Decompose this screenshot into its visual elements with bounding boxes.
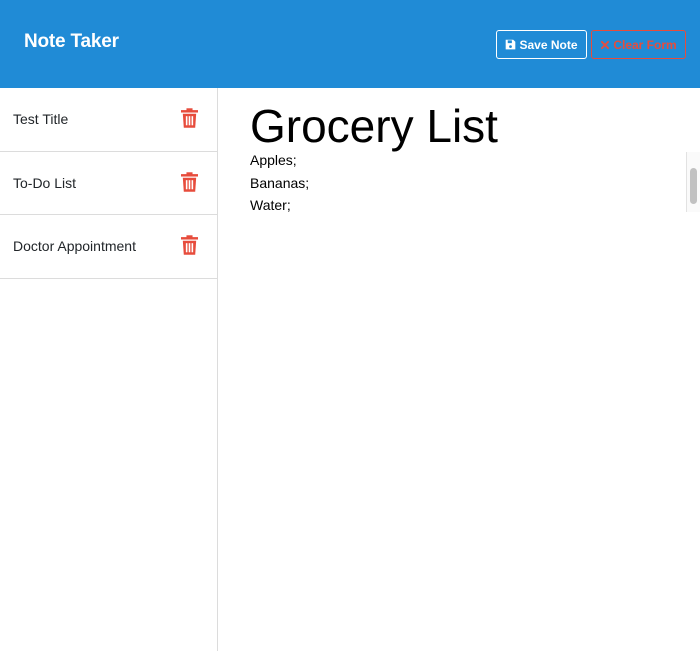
- trash-icon[interactable]: [181, 235, 198, 255]
- list-item[interactable]: To-Do List: [0, 152, 217, 215]
- note-text-scrollbar[interactable]: [686, 152, 700, 212]
- note-text-line: Bananas;: [250, 174, 310, 191]
- scrollbar-thumb[interactable]: [690, 168, 697, 204]
- trash-icon[interactable]: [181, 108, 198, 128]
- note-title: To-Do List: [13, 174, 77, 191]
- clear-form-label: Clear Form: [613, 37, 677, 52]
- save-note-label: Save Note: [519, 37, 578, 52]
- notes-sidebar: Test Title To-Do List Doctor Appointment: [0, 88, 218, 651]
- note-text-line: Apples;: [250, 152, 297, 168]
- note-title: Doctor Appointment: [13, 238, 136, 255]
- list-item[interactable]: Test Title: [0, 88, 217, 152]
- x-mark-icon: [601, 40, 610, 49]
- save-note-button[interactable]: Save Note: [496, 30, 587, 59]
- floppy-disk-icon: [506, 39, 516, 50]
- note-title-input[interactable]: Grocery List: [250, 98, 498, 154]
- list-item[interactable]: Doctor Appointment: [0, 215, 217, 279]
- trash-icon[interactable]: [181, 171, 198, 192]
- note-text-line: Water;: [250, 197, 291, 213]
- note-title: Test Title: [13, 111, 69, 128]
- note-editor: Grocery List Apples; Bananas; Water;: [218, 88, 700, 651]
- navbar: Note Taker Save Note Clear Form: [0, 0, 700, 88]
- note-text-area[interactable]: Apples; Bananas; Water;: [250, 149, 684, 299]
- clear-form-button[interactable]: Clear Form: [591, 30, 686, 59]
- app-brand[interactable]: Note Taker: [24, 31, 119, 53]
